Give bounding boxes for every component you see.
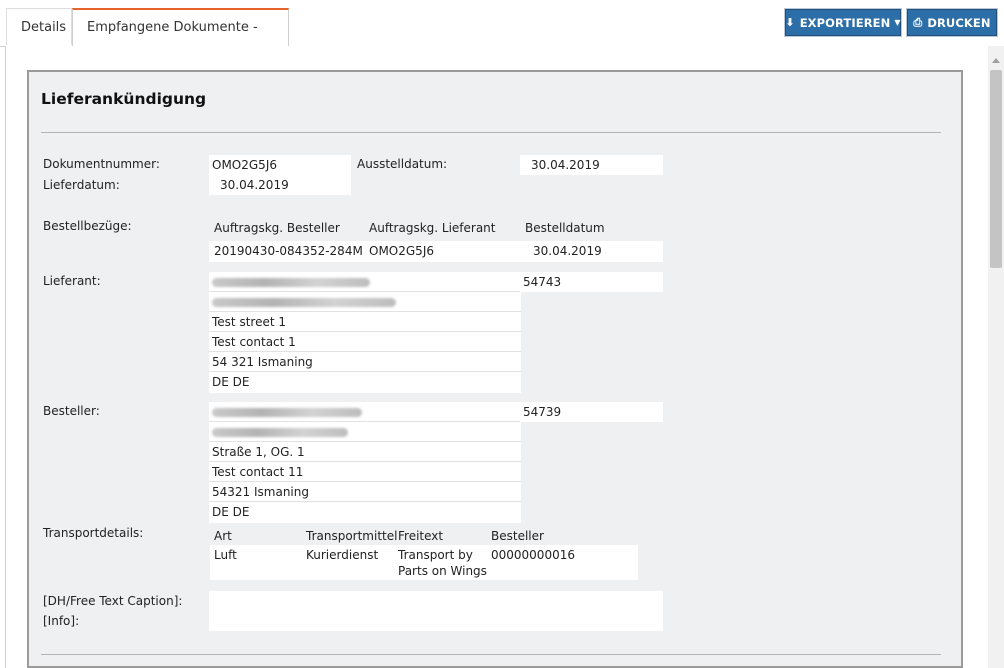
redacted-blur xyxy=(212,278,370,287)
lieferant-contact: Test contact 1 xyxy=(209,332,521,352)
lieferdatum-label: Lieferdatum: xyxy=(43,178,120,192)
besteller-label: Besteller: xyxy=(43,404,100,418)
besteller-name xyxy=(209,402,521,422)
dokumentnummer-label: Dokumentnummer: xyxy=(43,157,160,171)
header-freitext: Freitext xyxy=(398,529,444,543)
bestellbezug-auftragskg-lieferant: OMO2G5J6 xyxy=(369,244,434,258)
divider xyxy=(41,654,941,655)
lieferant-name2 xyxy=(209,292,521,312)
header-auftragskg-besteller: Auftragskg. Besteller xyxy=(214,221,340,235)
printer-icon: ⎙ xyxy=(913,15,923,29)
transport-besteller: 00000000016 xyxy=(491,548,575,562)
header-besteller: Besteller xyxy=(491,529,544,543)
lieferant-name xyxy=(209,272,521,292)
ausstelldatum-label: Ausstelldatum: xyxy=(357,157,448,171)
redacted-blur xyxy=(212,408,362,417)
info-label: [Info]: xyxy=(43,614,80,628)
dokumentnummer-value: OMO2G5J6 xyxy=(209,155,351,175)
scroll-up-arrow-icon[interactable] xyxy=(992,58,1000,63)
besteller-id: 54739 xyxy=(520,402,663,422)
header-transportmittel: Transportmittel xyxy=(306,529,398,543)
tab-details[interactable]: Details xyxy=(6,8,72,45)
lieferant-country: DE DE xyxy=(209,372,521,393)
transport-mittel: Kurierdienst xyxy=(306,548,379,562)
besteller-name2 xyxy=(209,422,521,442)
print-button[interactable]: ⎙ DRUCKEN xyxy=(907,9,997,36)
header-art: Art xyxy=(214,529,232,543)
transport-art: Luft xyxy=(214,548,237,562)
bestellbezuege-label: Bestellbezüge: xyxy=(43,219,132,233)
caret-down-icon: ▼ xyxy=(894,18,901,27)
besteller-city: 54321 Ismaning xyxy=(209,482,521,502)
lieferant-city: 54 321 Ismaning xyxy=(209,352,521,372)
bestellbezug-bestelldatum: 30.04.2019 xyxy=(533,244,602,258)
divider xyxy=(41,132,941,133)
free-text-caption-value xyxy=(209,591,663,611)
free-text-caption-label: [DH/Free Text Caption]: xyxy=(43,594,183,608)
ausstelldatum-value: 30.04.2019 xyxy=(520,155,663,175)
besteller-street: Straße 1, OG. 1 xyxy=(209,442,521,462)
lieferdatum-value: 30.04.2019 xyxy=(209,175,351,195)
header-bestelldatum: Bestelldatum xyxy=(525,221,605,235)
transportdetails-label: Transportdetails: xyxy=(43,526,144,540)
export-button-label: EXPORTIEREN xyxy=(799,15,891,30)
info-value xyxy=(209,611,663,631)
besteller-country: DE DE xyxy=(209,502,521,523)
redacted-blur xyxy=(212,428,348,437)
tab-received-documents-details[interactable]: Empfangene Dokumente - Details xyxy=(72,8,289,71)
scrollbar-thumb[interactable] xyxy=(990,70,1002,268)
lieferant-id: 54743 xyxy=(520,272,663,292)
header-auftragskg-lieferant: Auftragskg. Lieferant xyxy=(369,221,496,235)
transport-freitext-line1: Transport by xyxy=(398,548,473,562)
lieferant-label: Lieferant: xyxy=(43,274,101,288)
redacted-blur xyxy=(212,298,396,307)
export-button[interactable]: ⬇ EXPORTIEREN ▼ xyxy=(785,9,901,36)
transport-freitext-line2: Parts on Wings xyxy=(398,564,487,578)
download-icon: ⬇ xyxy=(785,16,795,29)
document-title: Lieferankündigung xyxy=(41,90,207,108)
besteller-contact: Test contact 11 xyxy=(209,462,521,482)
bestellbezug-auftragskg-besteller: 20190430-084352-284M xyxy=(214,244,363,258)
lieferant-street: Test street 1 xyxy=(209,312,521,332)
print-button-label: DRUCKEN xyxy=(927,15,991,30)
